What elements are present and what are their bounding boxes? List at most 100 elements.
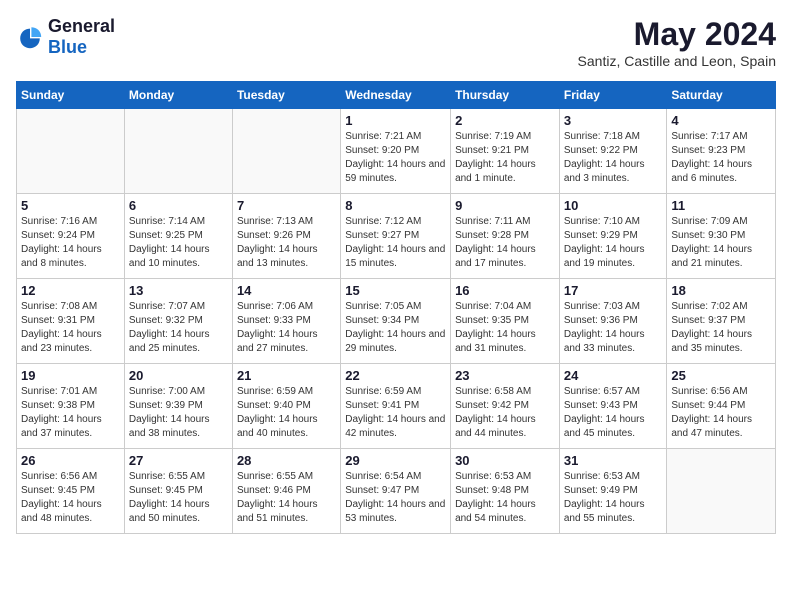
calendar-cell: 4 Sunrise: 7:17 AMSunset: 9:23 PMDaylight…	[667, 109, 776, 194]
day-number: 2	[455, 113, 555, 128]
calendar-cell: 22Sunrise: 6:59 AMSunset: 9:41 PMDayligh…	[341, 364, 451, 449]
calendar-cell: 6 Sunrise: 7:14 AMSunset: 9:25 PMDaylight…	[124, 194, 232, 279]
day-info: Sunrise: 7:00 AMSunset: 9:39 PMDaylight:…	[129, 385, 228, 441]
day-number: 4	[671, 113, 771, 128]
logo-text: General Blue	[48, 16, 115, 58]
calendar-cell: 27 Sunrise: 6:55 AMSunset: 9:45 PMDayligh…	[124, 449, 232, 534]
calendar-cell: 21Sunrise: 6:59 AMSunset: 9:40 PMDayligh…	[232, 364, 340, 449]
title-block: May 2024 Santiz, Castille and Leon, Spai…	[578, 16, 776, 69]
day-info: Sunrise: 7:19 AMSunset: 9:21 PMDaylight:…	[455, 130, 555, 186]
calendar-cell: 20Sunrise: 7:00 AMSunset: 9:39 PMDayligh…	[124, 364, 232, 449]
calendar-cell: 17 Sunrise: 7:03 AMSunset: 9:36 PMDayligh…	[559, 279, 667, 364]
day-number: 23	[455, 368, 555, 383]
calendar-cell: 3 Sunrise: 7:18 AMSunset: 9:22 PMDaylight…	[559, 109, 667, 194]
calendar-cell: 18 Sunrise: 7:02 AMSunset: 9:37 PMDayligh…	[667, 279, 776, 364]
day-info: Sunrise: 6:55 AMSunset: 9:45 PMDaylight:…	[129, 470, 228, 526]
day-info: Sunrise: 7:21 AMSunset: 9:20 PMDaylight:…	[345, 130, 446, 186]
calendar-cell: 25Sunrise: 6:56 AMSunset: 9:44 PMDayligh…	[667, 364, 776, 449]
calendar-week-row: 26 Sunrise: 6:56 AMSunset: 9:45 PMDayligh…	[17, 449, 776, 534]
day-number: 15	[345, 283, 446, 298]
day-info: Sunrise: 7:16 AMSunset: 9:24 PMDaylight:…	[21, 215, 120, 271]
day-of-week-header: Monday	[124, 82, 232, 109]
day-number: 12	[21, 283, 120, 298]
day-info: Sunrise: 7:17 AMSunset: 9:23 PMDaylight:…	[671, 130, 771, 186]
calendar-cell: 29 Sunrise: 6:54 AMSunset: 9:47 PMDayligh…	[341, 449, 451, 534]
day-number: 1	[345, 113, 446, 128]
calendar-cell	[232, 109, 340, 194]
calendar-cell: 2 Sunrise: 7:19 AMSunset: 9:21 PMDaylight…	[451, 109, 560, 194]
calendar-header-row: SundayMondayTuesdayWednesdayThursdayFrid…	[17, 82, 776, 109]
day-info: Sunrise: 6:58 AMSunset: 9:42 PMDaylight:…	[455, 385, 555, 441]
day-number: 6	[129, 198, 228, 213]
calendar-cell: 9 Sunrise: 7:11 AMSunset: 9:28 PMDaylight…	[451, 194, 560, 279]
day-number: 27	[129, 453, 228, 468]
calendar-cell: 14 Sunrise: 7:06 AMSunset: 9:33 PMDayligh…	[232, 279, 340, 364]
calendar-cell: 10Sunrise: 7:10 AMSunset: 9:29 PMDayligh…	[559, 194, 667, 279]
day-info: Sunrise: 7:01 AMSunset: 9:38 PMDaylight:…	[21, 385, 120, 441]
day-info: Sunrise: 6:53 AMSunset: 9:48 PMDaylight:…	[455, 470, 555, 526]
calendar-cell: 13 Sunrise: 7:07 AMSunset: 9:32 PMDayligh…	[124, 279, 232, 364]
day-of-week-header: Tuesday	[232, 82, 340, 109]
calendar-table: SundayMondayTuesdayWednesdayThursdayFrid…	[16, 81, 776, 534]
day-info: Sunrise: 7:03 AMSunset: 9:36 PMDaylight:…	[564, 300, 663, 356]
day-number: 9	[455, 198, 555, 213]
day-info: Sunrise: 7:02 AMSunset: 9:37 PMDaylight:…	[671, 300, 771, 356]
day-number: 17	[564, 283, 663, 298]
day-info: Sunrise: 7:08 AMSunset: 9:31 PMDaylight:…	[21, 300, 120, 356]
calendar-cell: 24Sunrise: 6:57 AMSunset: 9:43 PMDayligh…	[559, 364, 667, 449]
day-info: Sunrise: 7:09 AMSunset: 9:30 PMDaylight:…	[671, 215, 771, 271]
calendar-week-row: 5Sunrise: 7:16 AMSunset: 9:24 PMDaylight…	[17, 194, 776, 279]
day-number: 14	[237, 283, 336, 298]
page-header: General Blue May 2024 Santiz, Castille a…	[16, 16, 776, 69]
day-number: 30	[455, 453, 555, 468]
day-number: 25	[671, 368, 771, 383]
day-info: Sunrise: 7:07 AMSunset: 9:32 PMDaylight:…	[129, 300, 228, 356]
logo: General Blue	[16, 16, 115, 58]
calendar-cell: 8Sunrise: 7:12 AMSunset: 9:27 PMDaylight…	[341, 194, 451, 279]
day-number: 8	[345, 198, 446, 213]
calendar-cell: 15 Sunrise: 7:05 AMSunset: 9:34 PMDayligh…	[341, 279, 451, 364]
day-info: Sunrise: 6:59 AMSunset: 9:41 PMDaylight:…	[345, 385, 446, 441]
day-number: 7	[237, 198, 336, 213]
day-info: Sunrise: 6:57 AMSunset: 9:43 PMDaylight:…	[564, 385, 663, 441]
calendar-cell: 23 Sunrise: 6:58 AMSunset: 9:42 PMDayligh…	[451, 364, 560, 449]
month-year-title: May 2024	[578, 16, 776, 53]
day-info: Sunrise: 7:18 AMSunset: 9:22 PMDaylight:…	[564, 130, 663, 186]
day-info: Sunrise: 6:56 AMSunset: 9:45 PMDaylight:…	[21, 470, 120, 526]
day-number: 18	[671, 283, 771, 298]
calendar-cell: 7Sunrise: 7:13 AMSunset: 9:26 PMDaylight…	[232, 194, 340, 279]
logo-icon	[16, 23, 44, 51]
calendar-cell: 30 Sunrise: 6:53 AMSunset: 9:48 PMDayligh…	[451, 449, 560, 534]
day-info: Sunrise: 7:14 AMSunset: 9:25 PMDaylight:…	[129, 215, 228, 271]
calendar-cell: 26 Sunrise: 6:56 AMSunset: 9:45 PMDayligh…	[17, 449, 125, 534]
day-number: 16	[455, 283, 555, 298]
calendar-cell: 31Sunrise: 6:53 AMSunset: 9:49 PMDayligh…	[559, 449, 667, 534]
calendar-cell: 28Sunrise: 6:55 AMSunset: 9:46 PMDayligh…	[232, 449, 340, 534]
day-of-week-header: Sunday	[17, 82, 125, 109]
calendar-week-row: 12 Sunrise: 7:08 AMSunset: 9:31 PMDayligh…	[17, 279, 776, 364]
day-info: Sunrise: 6:54 AMSunset: 9:47 PMDaylight:…	[345, 470, 446, 526]
day-info: Sunrise: 7:10 AMSunset: 9:29 PMDaylight:…	[564, 215, 663, 271]
day-info: Sunrise: 7:11 AMSunset: 9:28 PMDaylight:…	[455, 215, 555, 271]
day-info: Sunrise: 6:55 AMSunset: 9:46 PMDaylight:…	[237, 470, 336, 526]
day-info: Sunrise: 7:04 AMSunset: 9:35 PMDaylight:…	[455, 300, 555, 356]
calendar-cell: 11Sunrise: 7:09 AMSunset: 9:30 PMDayligh…	[667, 194, 776, 279]
day-number: 3	[564, 113, 663, 128]
calendar-cell: 16 Sunrise: 7:04 AMSunset: 9:35 PMDayligh…	[451, 279, 560, 364]
logo-general: General	[48, 16, 115, 36]
day-number: 21	[237, 368, 336, 383]
calendar-cell	[17, 109, 125, 194]
day-info: Sunrise: 7:06 AMSunset: 9:33 PMDaylight:…	[237, 300, 336, 356]
calendar-week-row: 19 Sunrise: 7:01 AMSunset: 9:38 PMDayligh…	[17, 364, 776, 449]
day-info: Sunrise: 7:05 AMSunset: 9:34 PMDaylight:…	[345, 300, 446, 356]
calendar-cell: 5Sunrise: 7:16 AMSunset: 9:24 PMDaylight…	[17, 194, 125, 279]
calendar-cell	[667, 449, 776, 534]
day-number: 29	[345, 453, 446, 468]
day-number: 13	[129, 283, 228, 298]
day-of-week-header: Thursday	[451, 82, 560, 109]
day-of-week-header: Friday	[559, 82, 667, 109]
day-of-week-header: Saturday	[667, 82, 776, 109]
day-number: 19	[21, 368, 120, 383]
calendar-cell: 12 Sunrise: 7:08 AMSunset: 9:31 PMDayligh…	[17, 279, 125, 364]
day-number: 26	[21, 453, 120, 468]
